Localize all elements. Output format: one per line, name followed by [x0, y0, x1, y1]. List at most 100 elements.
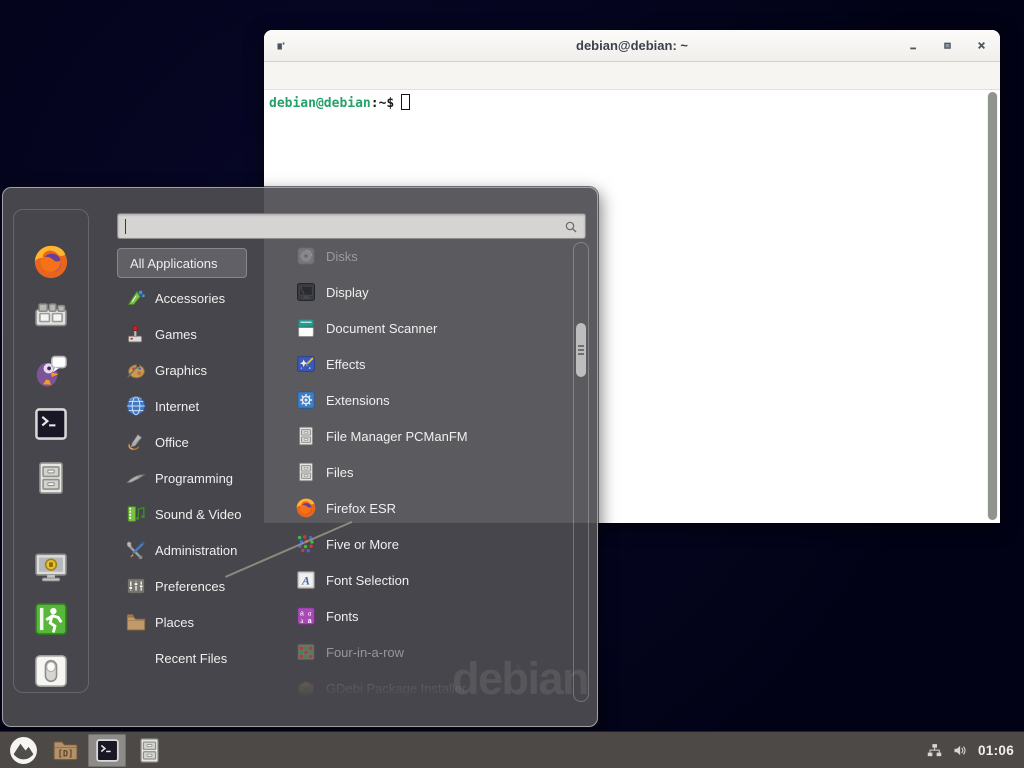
graphics-icon — [125, 359, 147, 381]
applications-list: DisksDisplayDocument ScannerEffectsExten… — [281, 238, 571, 708]
window-minimize[interactable] — [904, 36, 924, 56]
lock-screen-icon — [32, 548, 70, 586]
file-cabinet-icon — [295, 461, 317, 483]
games-icon — [125, 323, 147, 345]
keyboard-icon — [32, 297, 70, 335]
prompt-suffix: :~$ — [371, 96, 394, 111]
category-preferences[interactable]: Preferences — [117, 568, 279, 604]
app-files[interactable]: Files — [281, 454, 571, 490]
system-tray — [926, 742, 969, 759]
taskbar-file-manager[interactable]: [D] — [46, 734, 84, 767]
window-title: debian@debian: ~ — [576, 38, 688, 53]
pidgin-icon — [32, 351, 70, 389]
taskbar-clock: 01:06 — [978, 743, 1014, 758]
app-disks[interactable]: Disks — [281, 238, 571, 274]
preferences-icon — [125, 575, 147, 597]
office-icon — [125, 431, 147, 453]
taskbar-launchers: [D] — [0, 732, 170, 768]
category-sound-video[interactable]: Sound & Video — [117, 496, 279, 532]
file-cabinet-icon — [295, 425, 317, 447]
category-all-applications[interactable]: All Applications — [117, 248, 247, 278]
category-office[interactable]: Office — [117, 424, 279, 460]
category-recent-files[interactable]: Recent Files — [117, 640, 279, 676]
svg-text:A: A — [301, 574, 310, 588]
sound-video-icon — [125, 503, 147, 525]
close-icon — [975, 39, 988, 52]
app-display[interactable]: Display — [281, 274, 571, 310]
shutdown-icon — [32, 652, 70, 690]
search-input[interactable] — [126, 215, 554, 237]
svg-text:[D]: [D] — [57, 749, 73, 759]
session-logout[interactable] — [32, 600, 70, 638]
session-shutdown[interactable] — [32, 652, 70, 690]
logout-icon — [32, 600, 70, 638]
window-menu-icon[interactable] — [274, 39, 288, 53]
terminal-prompt: debian@debian:~$ — [264, 90, 1000, 111]
effects-icon — [295, 353, 317, 375]
maximize-icon — [941, 39, 954, 52]
administration-icon — [125, 539, 147, 561]
favorite-firefox[interactable] — [32, 243, 70, 281]
taskbar-terminal[interactable] — [88, 734, 126, 767]
gdebi-icon — [295, 677, 317, 699]
tray-network[interactable] — [926, 742, 943, 759]
terminal-menubar — [264, 62, 1000, 90]
favorite-file-manager[interactable] — [32, 459, 70, 497]
app-firefox-esr[interactable]: Firefox ESR — [281, 490, 571, 526]
window-maximize[interactable] — [938, 36, 958, 56]
svg-text:a: a — [300, 618, 303, 625]
firefox-icon — [295, 497, 317, 519]
category-places[interactable]: Places — [117, 604, 279, 640]
terminal-icon — [94, 737, 121, 764]
session-buttons — [14, 548, 88, 690]
terminal-titlebar[interactable]: debian@debian: ~ — [264, 30, 1000, 62]
fonts-icon: aaaa — [295, 605, 317, 627]
favorites-list — [14, 243, 88, 497]
disks-icon — [295, 245, 317, 267]
category-graphics[interactable]: Graphics — [117, 352, 279, 388]
tray-volume[interactable] — [952, 742, 969, 759]
app-four-in-a-row[interactable]: Four-in-a-row — [281, 634, 571, 670]
categories-list: All ApplicationsAccessoriesGamesGraphics… — [117, 248, 279, 676]
terminal-cursor — [401, 94, 410, 110]
window-controls — [904, 30, 992, 61]
terminal-scrollbar[interactable] — [987, 92, 998, 520]
file-cabinet-icon — [135, 736, 164, 765]
app-gdebi-package-installer[interactable]: GDebi Package Installer — [281, 670, 571, 706]
svg-text:a: a — [308, 611, 312, 618]
extensions-icon — [295, 389, 317, 411]
svg-text:a: a — [300, 611, 304, 618]
category-programming[interactable]: Programming — [117, 460, 279, 496]
category-internet[interactable]: Internet — [117, 388, 279, 424]
category-games[interactable]: Games — [117, 316, 279, 352]
minimize-icon — [907, 39, 920, 52]
application-menu: All ApplicationsAccessoriesGamesGraphics… — [2, 187, 598, 727]
app-fonts[interactable]: aaaaFonts — [281, 598, 571, 634]
favorite-pidgin[interactable] — [32, 351, 70, 389]
favorites-column — [13, 209, 89, 693]
app-file-manager-pcmanfm[interactable]: File Manager PCManFM — [281, 418, 571, 454]
programming-icon — [125, 467, 147, 489]
favorite-keyboard[interactable] — [32, 297, 70, 335]
applications-scrollbar[interactable] — [573, 242, 589, 702]
favorite-terminal[interactable] — [32, 405, 70, 443]
svg-text:a: a — [308, 618, 312, 625]
file-cabinet-icon — [32, 459, 70, 497]
firefox-icon — [32, 243, 70, 281]
terminal-scrollbar-thumb[interactable] — [988, 92, 997, 520]
session-lock-screen[interactable] — [32, 548, 70, 586]
taskbar-menu[interactable] — [4, 734, 42, 767]
app-font-selection[interactable]: AFont Selection — [281, 562, 571, 598]
app-document-scanner[interactable]: Document Scanner — [281, 310, 571, 346]
desktop: debian debian@debian: ~ debian@debian:~$ — [0, 0, 1024, 768]
app-extensions[interactable]: Extensions — [281, 382, 571, 418]
app-effects[interactable]: Effects — [281, 346, 571, 382]
internet-icon — [125, 395, 147, 417]
applications-scrollbar-thumb[interactable] — [576, 323, 586, 377]
taskbar: [D] 01:06 — [0, 731, 1024, 768]
window-close[interactable] — [972, 36, 992, 56]
volume-icon — [952, 742, 969, 759]
search-box[interactable] — [117, 213, 586, 239]
category-accessories[interactable]: Accessories — [117, 280, 279, 316]
taskbar-file-cabinet[interactable] — [130, 734, 168, 767]
